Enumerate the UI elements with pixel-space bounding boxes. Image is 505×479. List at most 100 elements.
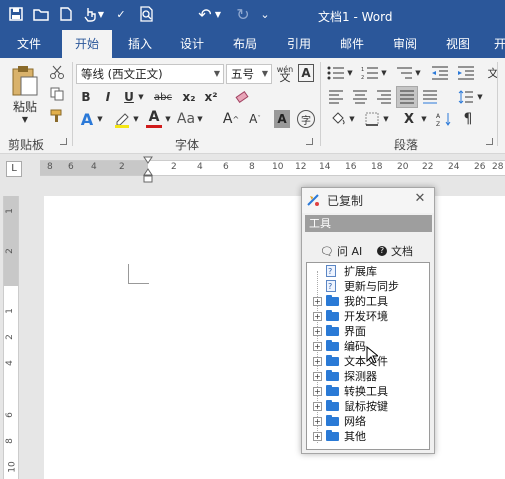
chevron-down-icon[interactable]: ▼: [132, 110, 140, 128]
clipboard-tool-panel[interactable]: 已复制 ✕ 工具 🗨问 AI ? 文档 扩展库 更新与同步 + 我的工具 + 开发环境…: [301, 187, 435, 454]
sort-icon[interactable]: AZ: [434, 110, 454, 128]
chevron-down-icon[interactable]: ▼: [213, 5, 223, 23]
show-marks-icon[interactable]: ¶: [458, 110, 478, 128]
chevron-down-icon[interactable]: ▼: [380, 64, 388, 82]
clipboard-launcher-icon[interactable]: [60, 138, 67, 145]
tab-references[interactable]: 引用: [275, 30, 323, 58]
paragraph-launcher-icon[interactable]: [486, 138, 493, 145]
paste-button[interactable]: 粘贴: [6, 98, 44, 114]
chevron-down-icon[interactable]: ▼: [137, 88, 145, 106]
mouse-cursor-icon: [366, 345, 380, 364]
expand-icon[interactable]: +: [313, 387, 322, 396]
strikethrough-button[interactable]: abc: [152, 88, 174, 106]
chevron-down-icon[interactable]: ▼: [164, 110, 172, 128]
multilevel-list-icon[interactable]: [394, 64, 414, 82]
align-right-icon[interactable]: [374, 88, 394, 106]
undo-icon[interactable]: ↶: [195, 5, 215, 24]
chevron-down-icon[interactable]: ▼: [96, 110, 104, 128]
panel-header[interactable]: 已复制 ✕: [302, 188, 434, 213]
numbering-icon[interactable]: 12: [360, 64, 380, 82]
font-launcher-icon[interactable]: [306, 138, 313, 145]
tab-layout[interactable]: 布局: [221, 30, 269, 58]
superscript-button[interactable]: x²: [200, 88, 222, 106]
open-folder-icon[interactable]: [31, 5, 51, 23]
spellcheck-icon[interactable]: ✓: [111, 5, 131, 23]
italic-button[interactable]: I: [100, 88, 116, 106]
bullets-icon[interactable]: [326, 64, 346, 82]
cut-icon[interactable]: [48, 64, 66, 80]
tab-review[interactable]: 审阅: [381, 30, 429, 58]
chinese-layout-icon[interactable]: 文: [484, 64, 502, 82]
chevron-down-icon[interactable]: ▼: [348, 110, 356, 128]
decrease-indent-icon[interactable]: [430, 64, 450, 82]
chevron-down-icon[interactable]: ▼: [382, 110, 390, 128]
ask-ai-button[interactable]: 🗨 问 AI: [320, 243, 362, 259]
clipboard-paste-icon[interactable]: [8, 64, 40, 98]
tree-item-label: 我的工具: [344, 295, 388, 308]
print-preview-icon[interactable]: [137, 5, 157, 23]
chevron-down-icon[interactable]: ▼: [414, 64, 422, 82]
expand-icon[interactable]: +: [313, 342, 322, 351]
phonetic-guide-button[interactable]: wén 文: [274, 62, 296, 86]
enclose-characters-icon[interactable]: 字: [297, 110, 315, 128]
shading-icon[interactable]: [328, 110, 348, 128]
clear-formatting-icon[interactable]: [232, 86, 252, 106]
copy-icon[interactable]: [48, 86, 66, 102]
justify-icon[interactable]: [396, 86, 418, 108]
subscript-button[interactable]: x₂: [178, 88, 200, 106]
shrink-font-icon[interactable]: Aˇ: [246, 110, 264, 128]
align-left-icon[interactable]: [326, 88, 346, 106]
format-painter-icon[interactable]: [48, 108, 66, 124]
expand-icon[interactable]: +: [313, 402, 322, 411]
new-doc-icon[interactable]: [56, 5, 76, 23]
font-size-select[interactable]: 五号 ▼: [226, 64, 272, 84]
tab-mailings[interactable]: 邮件: [328, 30, 376, 58]
tab-file[interactable]: 文件: [6, 30, 52, 58]
line-spacing-icon[interactable]: [456, 88, 476, 106]
indent-marker-icon[interactable]: [143, 156, 153, 184]
expand-icon[interactable]: +: [313, 327, 322, 336]
close-icon[interactable]: ✕: [412, 191, 428, 206]
chevron-down-icon[interactable]: ▼: [196, 110, 204, 128]
expand-icon[interactable]: +: [313, 417, 322, 426]
chevron-down-icon[interactable]: ▼: [96, 5, 106, 23]
expand-icon[interactable]: +: [313, 357, 322, 366]
expand-icon[interactable]: +: [313, 297, 322, 306]
tab-design[interactable]: 设计: [168, 30, 216, 58]
distributed-icon[interactable]: [420, 88, 440, 106]
vertical-ruler[interactable]: 1 2 1 2 4 6 8 10: [3, 196, 19, 479]
expand-icon[interactable]: +: [313, 432, 322, 441]
chevron-down-icon[interactable]: ▼: [346, 64, 354, 82]
expand-icon[interactable]: +: [313, 372, 322, 381]
horizontal-ruler[interactable]: 8 6 4 2 2 4 6 8 10 12 14 16 18 20 22 24 …: [40, 160, 505, 176]
underline-button[interactable]: U: [121, 88, 137, 106]
sort-asian-icon[interactable]: X: [398, 110, 420, 128]
font-name-value: 等线 (西文正文): [81, 67, 163, 81]
font-color-icon[interactable]: A: [144, 108, 164, 128]
bold-button[interactable]: B: [78, 88, 94, 106]
tab-view[interactable]: 视图: [434, 30, 482, 58]
case-icon[interactable]: Aa: [176, 110, 196, 128]
tab-more[interactable]: 开: [490, 30, 505, 58]
text-effects-icon[interactable]: A: [78, 110, 96, 129]
font-name-select[interactable]: 等线 (西文正文) ▼: [76, 64, 224, 84]
redo-icon[interactable]: ↻: [233, 5, 253, 24]
tab-home[interactable]: 开始: [62, 30, 112, 58]
save-icon[interactable]: [6, 5, 26, 23]
borders-icon[interactable]: [362, 110, 382, 128]
character-border-button[interactable]: A: [298, 64, 314, 82]
expand-icon[interactable]: +: [313, 312, 322, 321]
docs-button[interactable]: ? 文档: [377, 243, 413, 259]
character-shading-icon[interactable]: A: [274, 110, 290, 128]
align-center-icon[interactable]: [350, 88, 370, 106]
chevron-down-icon[interactable]: ▼: [17, 114, 33, 124]
tab-insert[interactable]: 插入: [116, 30, 164, 58]
chevron-down-icon[interactable]: ▼: [420, 110, 428, 128]
tab-selector-icon[interactable]: L: [6, 161, 22, 177]
highlight-icon[interactable]: [112, 110, 132, 128]
chevron-down-icon[interactable]: ▼: [476, 88, 484, 106]
customize-icon[interactable]: ⌄: [258, 5, 272, 23]
increase-indent-icon[interactable]: [456, 64, 476, 82]
document-page[interactable]: [44, 196, 505, 479]
grow-font-icon[interactable]: A ^: [222, 110, 240, 128]
